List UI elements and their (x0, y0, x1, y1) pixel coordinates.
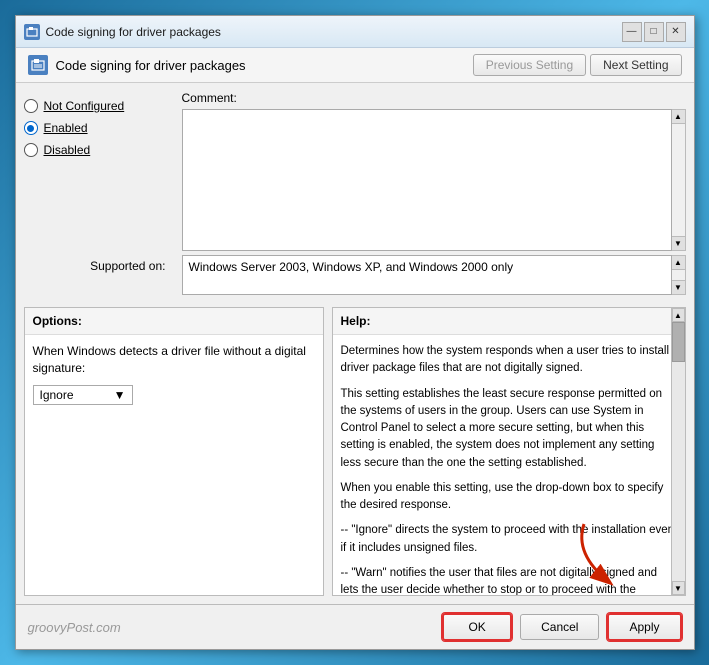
header-icon (28, 55, 48, 75)
watermark: groovyPost.com (28, 620, 121, 635)
header-title: Code signing for driver packages (56, 58, 246, 73)
help-para-4: -- "Ignore" directs the system to procee… (341, 522, 677, 557)
supported-value-text: Windows Server 2003, Windows XP, and Win… (189, 260, 514, 274)
disabled-label: Disabled (44, 143, 91, 157)
header-left: Code signing for driver packages (28, 55, 246, 75)
radio-group: Not Configured Enabled Disabled (24, 91, 174, 251)
main-window: Code signing for driver packages — □ ✕ C… (15, 15, 695, 650)
help-para-3: When you enable this setting, use the dr… (341, 480, 677, 515)
footer: groovyPost.com OK Cancel Apply (16, 604, 694, 649)
comment-textarea[interactable] (182, 109, 672, 251)
bottom-section: Options: When Windows detects a driver f… (24, 307, 686, 596)
ignore-dropdown[interactable]: Ignore ▼ (33, 385, 133, 405)
top-section: Not Configured Enabled Disabled Comment: (24, 91, 686, 251)
comment-section: Comment: ▲ ▼ (182, 91, 686, 251)
enabled-radio-circle (24, 121, 38, 135)
enabled-radio[interactable]: Enabled (24, 121, 174, 135)
content-area: Not Configured Enabled Disabled Comment: (16, 83, 694, 604)
help-para-5: -- "Warn" notifies the user that files a… (341, 565, 677, 595)
options-header: Options: (25, 308, 323, 335)
header-buttons: Previous Setting Next Setting (473, 54, 682, 76)
options-content: When Windows detects a driver file witho… (25, 335, 323, 595)
help-header: Help: (333, 308, 685, 335)
help-panel: Help: Determines how the system responds… (332, 307, 686, 596)
window-title: Code signing for driver packages (46, 25, 221, 39)
dropdown-value: Ignore (40, 388, 74, 402)
footer-buttons: OK Cancel Apply (442, 613, 681, 641)
options-panel: Options: When Windows detects a driver f… (24, 307, 324, 596)
maximize-button[interactable]: □ (644, 22, 664, 42)
comment-label: Comment: (182, 91, 686, 105)
previous-setting-button[interactable]: Previous Setting (473, 54, 586, 76)
help-para-1: Determines how the system responds when … (341, 343, 677, 378)
window-icon (24, 24, 40, 40)
scrollbar-down-btn[interactable]: ▼ (672, 581, 685, 595)
disabled-radio[interactable]: Disabled (24, 143, 174, 157)
dropdown-container: Ignore ▼ (33, 385, 315, 405)
comment-scrollbar: ▲ ▼ (672, 109, 686, 251)
not-configured-radio[interactable]: Not Configured (24, 99, 174, 113)
enabled-label: Enabled (44, 121, 88, 135)
close-button[interactable]: ✕ (666, 22, 686, 42)
header-bar: Code signing for driver packages Previou… (16, 48, 694, 83)
not-configured-radio-circle (24, 99, 38, 113)
help-content: Determines how the system responds when … (333, 335, 685, 595)
scrollbar-track (672, 322, 685, 581)
dropdown-arrow-icon: ▼ (114, 388, 126, 402)
apply-button[interactable]: Apply (607, 613, 681, 641)
not-configured-label: Not Configured (44, 99, 125, 113)
supported-value: Windows Server 2003, Windows XP, and Win… (182, 255, 672, 295)
supported-label: Supported on: (24, 255, 174, 273)
enabled-radio-inner (27, 125, 34, 132)
cancel-button[interactable]: Cancel (520, 614, 599, 640)
title-controls: — □ ✕ (622, 22, 686, 42)
scrollbar-thumb[interactable] (672, 322, 685, 362)
scrollbar-up-btn[interactable]: ▲ (672, 308, 685, 322)
help-scrollbar: ▲ ▼ (671, 308, 685, 595)
minimize-button[interactable]: — (622, 22, 642, 42)
supported-row: Supported on: Windows Server 2003, Windo… (24, 255, 686, 299)
next-setting-button[interactable]: Next Setting (590, 54, 681, 76)
ok-button[interactable]: OK (442, 613, 512, 641)
title-bar-left: Code signing for driver packages (24, 24, 221, 40)
help-para-2: This setting establishes the least secur… (341, 386, 677, 472)
supported-scrollbar: ▲ ▼ (672, 255, 686, 295)
disabled-radio-circle (24, 143, 38, 157)
options-description: When Windows detects a driver file witho… (33, 343, 315, 377)
title-bar: Code signing for driver packages — □ ✕ (16, 16, 694, 48)
